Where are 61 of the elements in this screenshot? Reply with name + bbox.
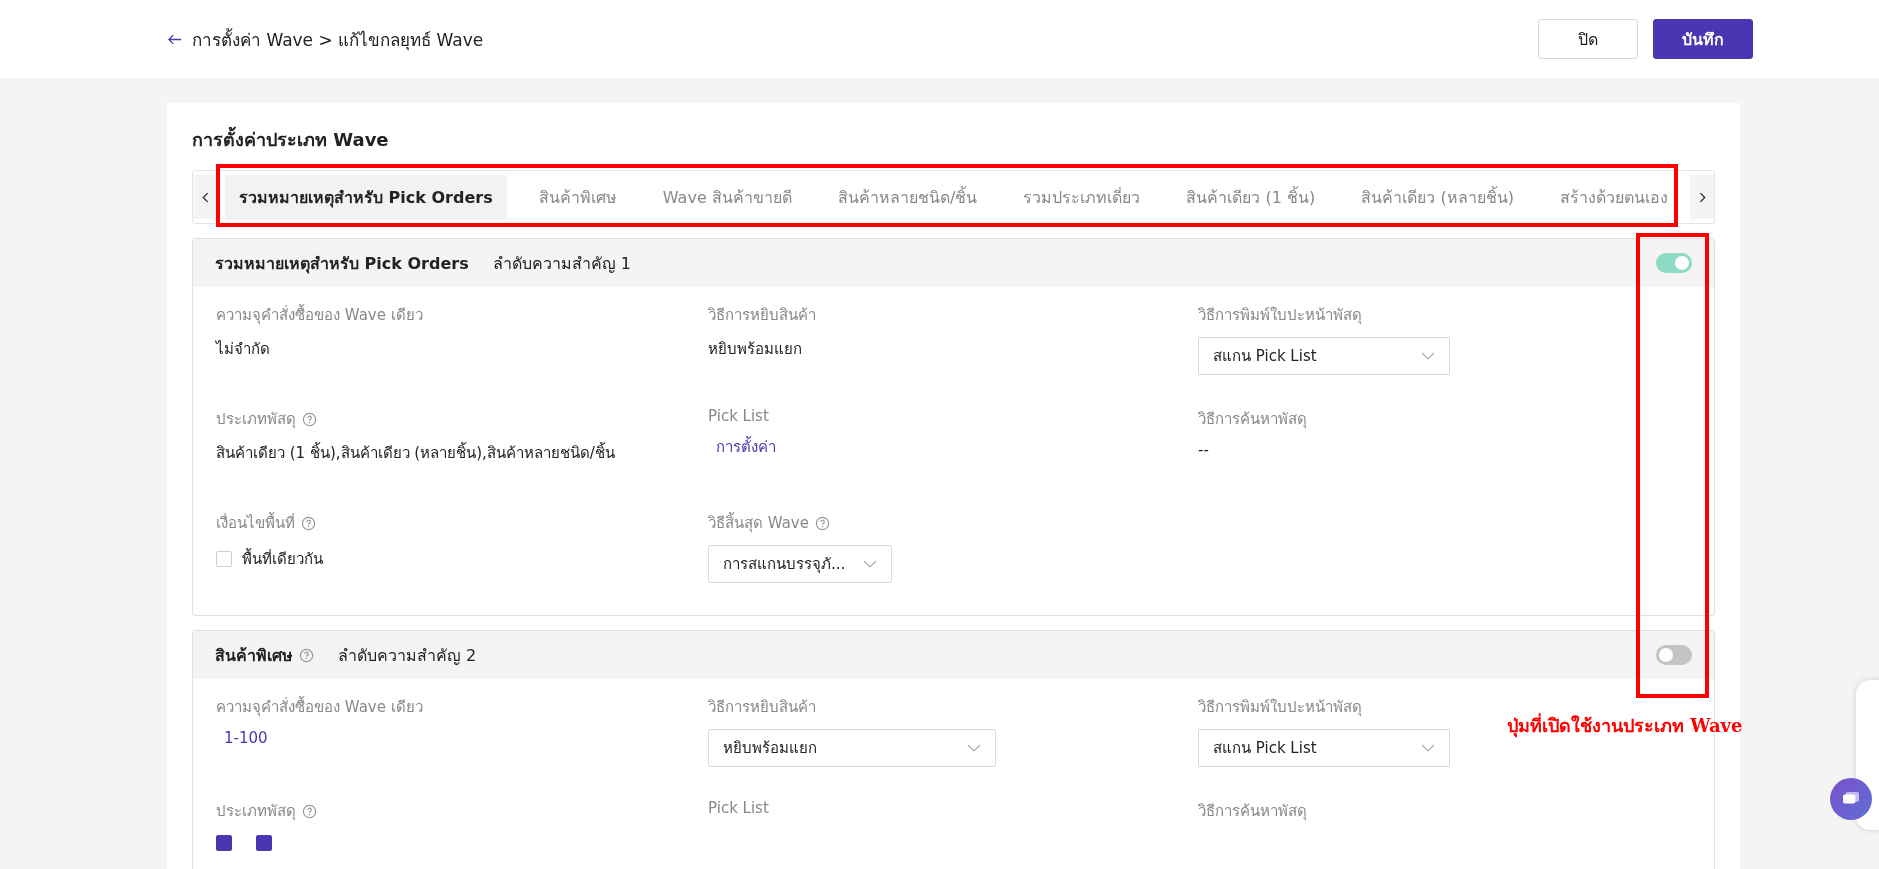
checkbox[interactable] [216,835,232,851]
tab[interactable]: สินค้าพิเศษ [524,175,631,219]
tab[interactable]: สินค้าหลายชนิด/ชิ้น [823,175,992,219]
field-label: Pick List [708,799,769,817]
annotation-note: ปุ่มที่เปิดใช้งานประเภท Wave [1507,712,1743,740]
back-arrow-icon[interactable] [168,33,182,45]
tab[interactable]: สินค้าเดียว (1 ชิ้น) [1172,175,1330,219]
tab[interactable]: รวมประเภทเดี่ยว [1009,175,1155,219]
tab[interactable]: สร้างด้วยตนเอง [1545,175,1682,219]
field-label: ความจุคำสั่งซื้อของ Wave เดียว [216,695,423,719]
panel-title: สินค้าพิเศษ [215,644,293,667]
priority-label: ลำดับความสำคัญ 1 [492,252,631,275]
tab[interactable]: รวมหมายเหตุสำหรับ Pick Orders [225,175,507,219]
field-value: สินค้าเดียว (1 ชิ้น),สินค้าเดียว (หลายชิ้น),สินค้าหลายชนิด/ชิ้น [216,441,616,464]
help-icon [302,411,317,427]
field-label: ประเภทพัสดุ [216,409,296,431]
field-label: Pick List [708,407,769,425]
scroll-right-button[interactable] [1690,175,1714,219]
field-label: วิธีการค้นหาพัสดุ [1198,801,1307,823]
tab[interactable]: สินค้าเดียว (หลายชิ้น) [1347,175,1528,219]
field-label: ความจุคำสั่งซื้อของ Wave เดียว [216,303,423,327]
toggle-switch[interactable] [1656,253,1692,273]
chat-button[interactable] [1830,778,1872,820]
field-link[interactable]: การตั้งค่า [708,435,776,459]
select-dropdown[interactable]: สแกน Pick List [1198,729,1450,767]
help-icon [814,515,830,531]
save-button[interactable]: บันทึก [1653,19,1753,59]
chevron-down-icon [863,560,878,568]
toggle-switch[interactable] [1656,645,1692,665]
field-value: หยิบพร้อมแยก [708,339,803,360]
chevron-right-icon [1698,191,1706,203]
field-label: เงื่อนไขพื้นที่ [216,511,295,534]
chevron-left-icon [201,191,209,203]
chevron-down-icon [1421,744,1435,752]
select-dropdown[interactable]: หยิบพร้อมแยก [708,729,996,767]
field-value: ไม่จำกัด [216,339,271,360]
help-icon [299,647,314,663]
priority-label: ลำดับความสำคัญ 2 [338,644,477,667]
help-icon [302,803,317,819]
tab[interactable]: Wave สินค้าขายดี [648,175,806,219]
field-label: วิธีการพิมพ์ใบปะหน้าพัสดุ [1198,697,1362,719]
field-label: ประเภทพัสดุ [216,801,296,823]
field-label: วิธีการหยิบสินค้า [708,305,816,326]
chevron-down-icon [1421,352,1435,360]
field-value: -- [1198,441,1210,459]
breadcrumb: การตั้งค่า Wave > แก้ไขกลยุทธ์ Wave [192,27,484,53]
field-label: วิธีการหยิบสินค้า [708,697,816,718]
card-title: การตั้งค่าประเภท Wave [192,119,1715,170]
help-icon [301,515,316,531]
checkbox[interactable] [256,835,272,851]
field-link[interactable]: 1-100 [216,729,268,747]
panel-title: รวมหมายเหตุสำหรับ Pick Orders [215,252,469,276]
select-dropdown[interactable]: การสแกนบรรจุภั... [708,545,893,583]
close-button[interactable]: ปิด [1538,19,1638,59]
field-label: วิธีสิ้นสุด Wave [708,511,809,535]
field-label: วิธีการพิมพ์ใบปะหน้าพัสดุ [1198,305,1362,327]
chevron-down-icon [967,744,981,752]
checkbox-label: พื้นที่เดียวกัน [242,547,323,570]
field-label: วิธีการค้นหาพัสดุ [1198,409,1307,431]
select-dropdown[interactable]: สแกน Pick List [1198,337,1450,375]
scroll-left-button[interactable] [193,175,217,219]
